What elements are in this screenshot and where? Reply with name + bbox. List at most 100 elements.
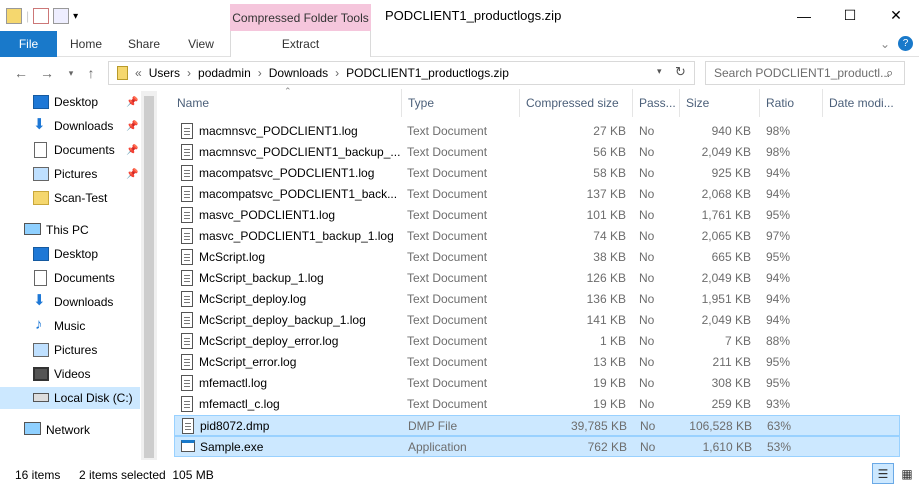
table-row[interactable]: macmnsvc_PODCLIENT1_backup_... Text Docum… [174, 142, 900, 163]
column-header-type[interactable]: Type [402, 89, 520, 117]
refresh-icon[interactable]: ↻ [675, 64, 686, 80]
file-size: 1,951 KB [701, 292, 751, 306]
table-row[interactable]: pid8072.dmp DMP File 39,785 KB No 106,528 KB… [174, 415, 900, 436]
videos-icon [33, 367, 49, 381]
column-header-compressed-size[interactable]: Compressed size [520, 89, 633, 117]
compressed-size: 56 KB [593, 145, 626, 159]
nav-scrollbar[interactable] [141, 91, 157, 460]
breadcrumb-podadmin[interactable]: podadmin [198, 66, 251, 80]
column-header-password[interactable]: Pass... [633, 89, 680, 117]
table-row[interactable]: masvc_PODCLIENT1.log Text Document 101 KB N… [174, 205, 900, 226]
tab-file[interactable]: File [0, 31, 57, 57]
nav-label: Desktop [54, 95, 99, 109]
expand-ribbon-icon[interactable]: ⌄ [876, 31, 894, 57]
file-type: Text Document [407, 145, 488, 159]
quick-access-toolbar: | ▾ [6, 6, 78, 26]
nav-pc-desktop[interactable]: Desktop [0, 243, 140, 265]
maximize-button[interactable]: ☐ [827, 0, 873, 31]
column-header-size[interactable]: Size [680, 89, 760, 117]
file-name: masvc_PODCLIENT1.log [199, 208, 336, 222]
table-row[interactable]: mfemactl_c.log Text Document 19 KB No 259 KB… [174, 394, 900, 415]
help-icon[interactable]: ? [898, 36, 913, 51]
minimize-button[interactable]: — [781, 0, 827, 31]
breadcrumb-overflow[interactable]: « [135, 66, 142, 80]
table-row[interactable]: macompatsvc_PODCLIENT1.log Text Document 5… [174, 163, 900, 184]
properties-icon[interactable] [33, 8, 50, 24]
table-row[interactable]: McScript.log Text Document 38 KB No 665 KB 95… [174, 247, 900, 268]
text-document-icon [181, 270, 193, 286]
toolbar-divider: | [26, 9, 30, 23]
nav-pc-downloads[interactable]: ⬇ Downloads [0, 291, 140, 313]
nav-quick-scan-test[interactable]: Scan-Test [0, 187, 140, 209]
file-size: 665 KB [711, 250, 751, 264]
file-type: Text Document [407, 187, 488, 201]
file-size: 2,049 KB [701, 271, 751, 285]
up-arrow-icon[interactable]: ↑ [80, 62, 102, 84]
pin-icon[interactable]: 📌 [126, 145, 138, 156]
customize-toolbar-icon[interactable]: ▾ [73, 11, 78, 22]
password-protected: No [639, 292, 655, 306]
large-icons-view-button[interactable]: ▦ [896, 463, 918, 484]
text-document-icon [181, 144, 193, 160]
search-input[interactable]: Search PODCLIENT1_productl... [714, 66, 890, 80]
table-row[interactable]: McScript_backup_1.log Text Document 126 KB… [174, 268, 900, 289]
nav-pc-documents[interactable]: Documents [0, 267, 140, 289]
address-dropdown-icon[interactable]: ▾ [657, 66, 662, 77]
file-type: Text Document [407, 292, 488, 306]
breadcrumb-zip[interactable]: PODCLIENT1_productlogs.zip [346, 66, 509, 80]
breadcrumb-downloads[interactable]: Downloads [269, 66, 328, 80]
search-icon[interactable]: ⌕ [886, 65, 893, 81]
column-header-date-modified[interactable]: Date modi... [823, 89, 903, 117]
nav-label: Documents [54, 271, 115, 285]
documents-icon [34, 270, 47, 286]
nav-network[interactable]: Network [0, 419, 140, 441]
text-document-icon [182, 418, 194, 434]
breadcrumb-users[interactable]: Users [149, 66, 180, 80]
file-type: Text Document [407, 124, 488, 138]
nav-pc-local-disk[interactable]: Local Disk (C:) [0, 387, 140, 409]
navigation-pane: Desktop 📌 ⬇ Downloads 📌 Documents 📌 Pict… [0, 88, 157, 460]
tab-share[interactable]: Share [115, 31, 173, 57]
nav-pc-pictures[interactable]: Pictures [0, 339, 140, 361]
column-header-name[interactable]: Name [171, 89, 402, 117]
file-size: 1,610 KB [702, 440, 752, 454]
recent-locations-icon[interactable]: ▾ [60, 62, 82, 84]
nav-label: Local Disk (C:) [54, 391, 133, 405]
column-header-ratio[interactable]: Ratio [760, 89, 823, 117]
text-document-icon [181, 123, 193, 139]
compressed-size: 74 KB [593, 229, 626, 243]
details-view-button[interactable]: ☰ [872, 463, 894, 484]
table-row[interactable]: McScript_error.log Text Document 13 KB No 21… [174, 352, 900, 373]
search-box[interactable]: Search PODCLIENT1_productl... ⌕ [705, 61, 905, 85]
pin-icon[interactable]: 📌 [126, 121, 138, 132]
table-row[interactable]: macmnsvc_PODCLIENT1.log Text Document 27 K… [174, 121, 900, 142]
address-bar[interactable]: « Users › podadmin › Downloads › PODCLIE… [108, 61, 695, 85]
table-row[interactable]: McScript_deploy.log Text Document 136 KB No… [174, 289, 900, 310]
table-row[interactable]: mfemactl.log Text Document 19 KB No 308 KB 95… [174, 373, 900, 394]
nav-quick-downloads[interactable]: ⬇ Downloads 📌 [0, 115, 140, 137]
nav-quick-desktop[interactable]: Desktop 📌 [0, 91, 140, 113]
tab-home[interactable]: Home [57, 31, 115, 57]
tab-view[interactable]: View [173, 31, 229, 57]
table-row[interactable]: McScript_deploy_backup_1.log Text Documen… [174, 310, 900, 331]
nav-scrollbar-thumb[interactable] [144, 96, 154, 458]
table-row[interactable]: macompatsvc_PODCLIENT1_back... Text Docum… [174, 184, 900, 205]
item-count: 16 items [15, 468, 61, 482]
tab-extract[interactable]: Extract [230, 31, 371, 57]
new-folder-icon[interactable] [53, 8, 70, 24]
nav-pc-music[interactable]: ♪ Music [0, 315, 140, 337]
nav-pc-videos[interactable]: Videos [0, 363, 140, 385]
back-arrow-icon[interactable]: ← [10, 62, 32, 84]
table-row[interactable]: masvc_PODCLIENT1_backup_1.log Text Docume… [174, 226, 900, 247]
nav-this-pc[interactable]: This PC [0, 219, 140, 241]
pin-icon[interactable]: 📌 [126, 97, 138, 108]
close-button[interactable]: ✕ [873, 0, 919, 31]
nav-quick-pictures[interactable]: Pictures 📌 [0, 163, 140, 185]
zip-folder-icon[interactable] [6, 8, 22, 24]
file-name: macmnsvc_PODCLIENT1_backup_... [199, 145, 401, 159]
table-row[interactable]: McScript_deploy_error.log Text Document 1 … [174, 331, 900, 352]
nav-quick-documents[interactable]: Documents 📌 [0, 139, 140, 161]
forward-arrow-icon[interactable]: → [36, 62, 58, 84]
pin-icon[interactable]: 📌 [126, 169, 138, 180]
table-row[interactable]: Sample.exe Application 762 KB No 1,610 KB 53% [174, 436, 900, 457]
